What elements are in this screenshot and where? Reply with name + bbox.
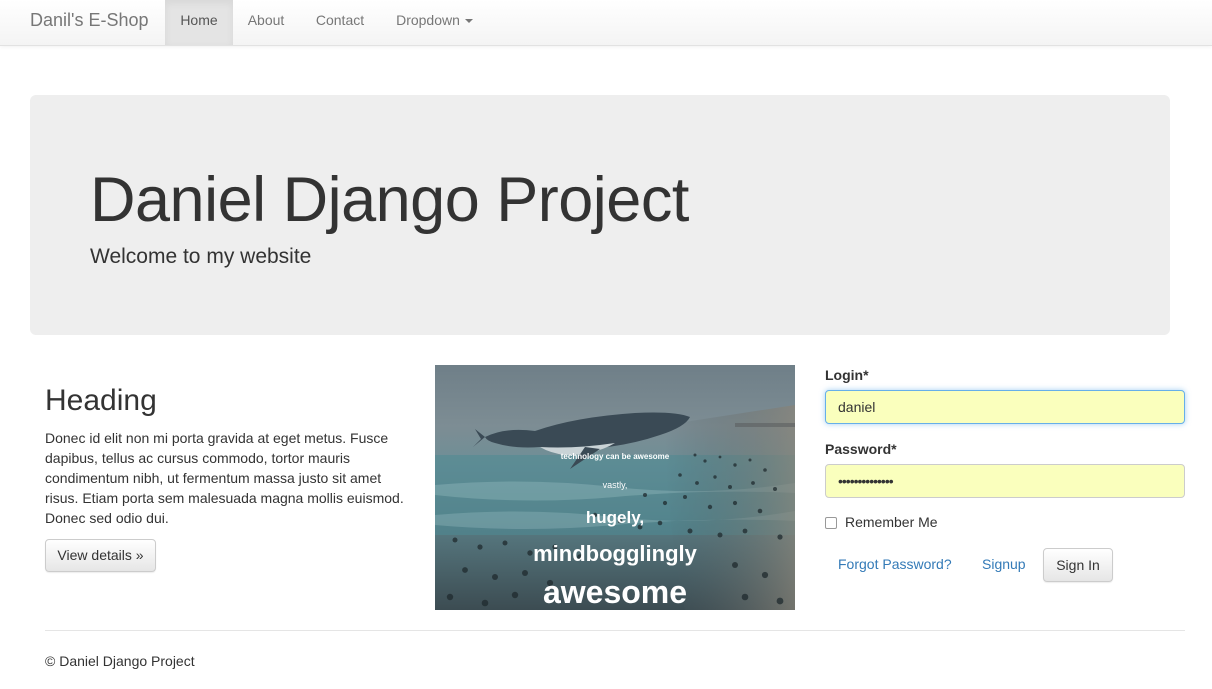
password-label: Password* bbox=[825, 441, 897, 457]
image-caption-5: awesome bbox=[543, 574, 687, 610]
feature-text: Donec id elit non mi porta gravida at eg… bbox=[45, 430, 404, 526]
password-input[interactable]: •••••••••••••• bbox=[825, 464, 1185, 498]
brand-link[interactable]: Danil's E-Shop bbox=[30, 0, 149, 45]
caret-down-icon bbox=[464, 19, 473, 24]
forgot-password-link[interactable]: Forgot Password? bbox=[838, 556, 952, 572]
nav-item-home[interactable]: Home bbox=[165, 0, 233, 45]
whale-beach-image: technology can be awesome vastly, hugely… bbox=[435, 365, 795, 610]
view-details-button[interactable]: View details » bbox=[45, 539, 156, 572]
nav-item-label: About bbox=[247, 12, 285, 28]
image-caption-1: technology can be awesome bbox=[561, 452, 670, 461]
page-subtitle: Welcome to my website bbox=[90, 245, 312, 268]
remember-me-label[interactable]: Remember Me bbox=[845, 514, 938, 530]
footer-divider bbox=[45, 630, 1185, 631]
nav-item-label: Home bbox=[180, 12, 218, 28]
feature-heading: Heading bbox=[45, 384, 157, 417]
nav-item-dropdown[interactable]: Dropdown bbox=[381, 0, 488, 45]
navbar: Danil's E-Shop Home About Contact Dropdo… bbox=[0, 0, 1212, 46]
login-input[interactable]: daniel bbox=[825, 390, 1185, 424]
image-caption-2: vastly, bbox=[603, 480, 628, 490]
signup-link[interactable]: Signup bbox=[982, 556, 1026, 572]
nav-item-label: Contact bbox=[315, 12, 365, 28]
nav-item-label: Dropdown bbox=[396, 12, 460, 28]
jumbotron: Daniel Django Project Welcome to my webs… bbox=[30, 95, 1170, 335]
page-title: Daniel Django Project bbox=[90, 165, 689, 235]
nav-item-about[interactable]: About bbox=[233, 0, 299, 45]
login-label: Login* bbox=[825, 367, 869, 383]
image-caption-4: mindbogglingly bbox=[533, 541, 698, 566]
image-caption-3: hugely, bbox=[586, 508, 644, 527]
sign-in-button[interactable]: Sign In bbox=[1043, 548, 1113, 582]
nav-item-contact[interactable]: Contact bbox=[299, 0, 381, 45]
footer-copyright: © Daniel Django Project bbox=[45, 653, 195, 669]
remember-me-checkbox[interactable] bbox=[825, 517, 837, 529]
